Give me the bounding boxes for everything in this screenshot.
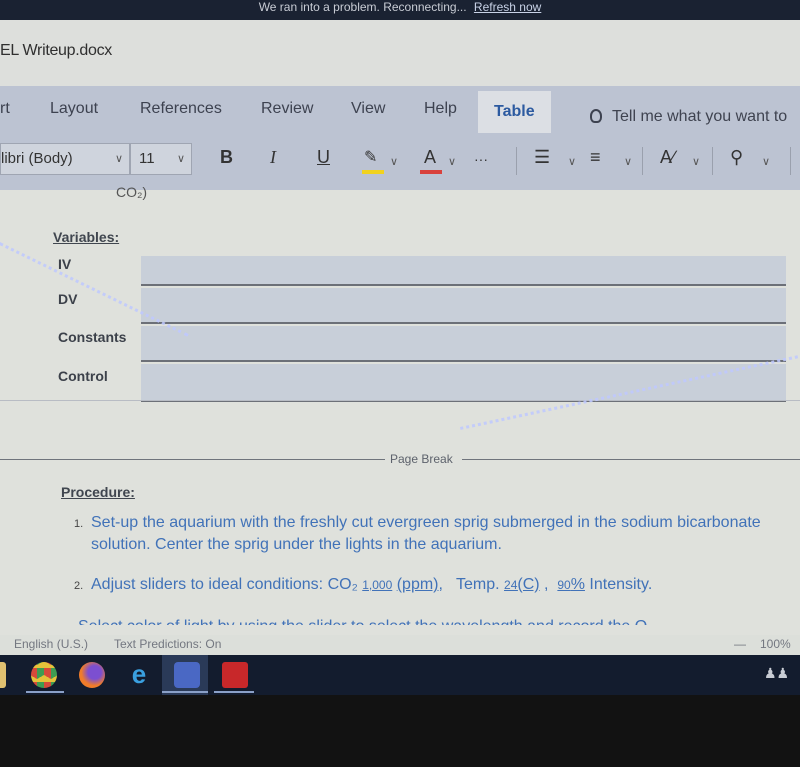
toolbar-divider bbox=[642, 147, 643, 175]
language-status[interactable]: English (U.S.) bbox=[14, 637, 88, 651]
tab-help[interactable]: Help bbox=[424, 100, 457, 118]
font-name-dropdown[interactable]: libri (Body) ∨ bbox=[0, 143, 130, 175]
chevron-down-icon[interactable]: ∨ bbox=[692, 155, 700, 168]
chevron-down-icon[interactable]: ∨ bbox=[390, 155, 398, 168]
procedure-step: 2. Adjust sliders to ideal conditions: C… bbox=[74, 574, 784, 598]
tab-references[interactable]: References bbox=[140, 100, 222, 118]
variables-heading: Variables: bbox=[53, 229, 120, 245]
co2-unit: (ppm) bbox=[396, 576, 439, 593]
internet-explorer-icon[interactable]: e bbox=[126, 661, 152, 688]
tab-table[interactable]: Table bbox=[478, 91, 551, 133]
tab-review[interactable]: Review bbox=[261, 100, 313, 118]
styles-icon[interactable]: A∕ bbox=[660, 147, 675, 168]
co2-value[interactable]: 1,000 bbox=[362, 578, 392, 592]
variable-field-control[interactable] bbox=[141, 364, 786, 402]
status-bar: English (U.S.) Text Predictions: On — 10… bbox=[0, 635, 800, 655]
text-fragment: CO₂) bbox=[116, 184, 148, 200]
chevron-down-icon[interactable]: ∨ bbox=[762, 155, 770, 168]
search-icon[interactable]: ⚲ bbox=[730, 147, 743, 168]
chevron-down-icon[interactable]: ∨ bbox=[448, 155, 456, 168]
chevron-down-icon: ∨ bbox=[115, 153, 124, 165]
variable-label-iv: IV bbox=[58, 256, 72, 272]
intensity-unit: % bbox=[570, 576, 585, 593]
font-name-value: libri (Body) bbox=[1, 150, 73, 167]
document-canvas[interactable]: CO₂) Variables: IV DV Constants Control … bbox=[0, 184, 800, 635]
file-explorer-icon[interactable] bbox=[0, 662, 6, 688]
procedure-step: 1. Set-up the aquarium with the freshly … bbox=[74, 512, 784, 558]
font-size-value: 11 bbox=[139, 150, 155, 167]
document-title: EL Writeup.docx bbox=[0, 42, 113, 59]
step-number: 1. bbox=[74, 518, 84, 530]
variable-label-control: Control bbox=[58, 368, 108, 384]
step-text-part: , bbox=[539, 576, 558, 593]
tell-me-search[interactable]: Tell me what you want to bbox=[590, 108, 787, 126]
align-icon[interactable]: ≡ bbox=[590, 147, 601, 168]
step-text-part: Intensity. bbox=[584, 576, 653, 593]
bold-button[interactable]: B bbox=[220, 147, 233, 168]
variable-label-dv: DV bbox=[58, 291, 78, 307]
running-indicator bbox=[214, 691, 254, 693]
tell-me-text: Tell me what you want to bbox=[612, 108, 788, 125]
step-text: Adjust sliders to ideal conditions: CO₂ … bbox=[91, 574, 652, 596]
tab-layout[interactable]: Layout bbox=[50, 100, 98, 118]
variable-field-iv[interactable] bbox=[141, 256, 786, 286]
lightbulb-icon bbox=[590, 109, 602, 123]
ribbon: rt Layout References Review View Help Ta… bbox=[0, 86, 800, 190]
variable-label-constants: Constants bbox=[58, 329, 127, 345]
text-predictions-status[interactable]: Text Predictions: On bbox=[114, 637, 221, 651]
running-indicator bbox=[162, 691, 208, 693]
people-icon[interactable]: ♟♟ bbox=[764, 665, 789, 682]
zoom-out-button[interactable]: — bbox=[734, 637, 746, 651]
ribbon-tabs: rt Layout References Review View Help Ta… bbox=[0, 86, 800, 136]
title-bar: EL Writeup.docx bbox=[0, 20, 800, 86]
procedure-heading: Procedure: bbox=[61, 484, 135, 500]
chevron-down-icon: ∨ bbox=[177, 153, 186, 165]
toolbar-divider bbox=[712, 147, 713, 175]
table-border bbox=[0, 400, 800, 401]
highlight-color-bar bbox=[362, 170, 384, 174]
more-options-button[interactable]: ··· bbox=[474, 151, 488, 167]
banner-message: We ran into a problem. Reconnecting... bbox=[258, 0, 467, 14]
running-indicator bbox=[26, 691, 64, 693]
temp-unit: (C) bbox=[517, 576, 540, 593]
acrobat-reader-icon[interactable] bbox=[222, 662, 248, 688]
firefox-icon[interactable] bbox=[79, 662, 105, 688]
underline-button[interactable]: U bbox=[317, 147, 330, 168]
chrome-icon[interactable] bbox=[31, 662, 57, 688]
italic-button[interactable]: I bbox=[270, 147, 276, 168]
step-text: Set-up the aquarium with the freshly cut… bbox=[91, 514, 761, 553]
formatting-toolbar: libri (Body) ∨ 11 ∨ B I U ✎ ∨ A ∨ ··· ☰ … bbox=[0, 141, 800, 181]
tab-insert[interactable]: rt bbox=[0, 100, 10, 118]
toolbar-divider bbox=[790, 147, 791, 175]
procedure-step-partial: Select color of light by using the slide… bbox=[78, 618, 768, 625]
page-break: Page Break bbox=[0, 452, 800, 466]
teams-icon[interactable] bbox=[174, 662, 200, 688]
temp-value[interactable]: 24 bbox=[504, 578, 517, 592]
reconnect-banner: We ran into a problem. Reconnecting... R… bbox=[0, 0, 800, 20]
step-text-part: Adjust sliders to ideal conditions: CO₂ bbox=[91, 576, 363, 593]
refresh-now-link[interactable]: Refresh now bbox=[474, 0, 541, 14]
zoom-level[interactable]: 100% bbox=[760, 637, 791, 651]
page-break-line bbox=[0, 459, 385, 460]
monitor-bezel bbox=[0, 695, 800, 767]
step-text-part: , Temp. bbox=[438, 576, 505, 593]
variable-field-constants[interactable] bbox=[141, 326, 786, 362]
intensity-value[interactable]: 90 bbox=[557, 578, 570, 592]
highlight-icon[interactable]: ✎ bbox=[364, 147, 377, 167]
bullets-icon[interactable]: ☰ bbox=[534, 147, 550, 168]
page-break-label: Page Break bbox=[390, 452, 453, 466]
font-color-bar bbox=[420, 170, 442, 174]
step-number: 2. bbox=[74, 580, 84, 592]
page-break-line bbox=[462, 459, 800, 460]
chevron-down-icon[interactable]: ∨ bbox=[568, 155, 576, 168]
tab-view[interactable]: View bbox=[351, 100, 385, 118]
font-size-dropdown[interactable]: 11 ∨ bbox=[130, 143, 192, 175]
taskbar: e ♟♟ bbox=[0, 655, 800, 695]
font-color-button[interactable]: A bbox=[424, 147, 436, 168]
variable-field-dv[interactable] bbox=[141, 288, 786, 324]
chevron-down-icon[interactable]: ∨ bbox=[624, 155, 632, 168]
toolbar-divider bbox=[516, 147, 517, 175]
